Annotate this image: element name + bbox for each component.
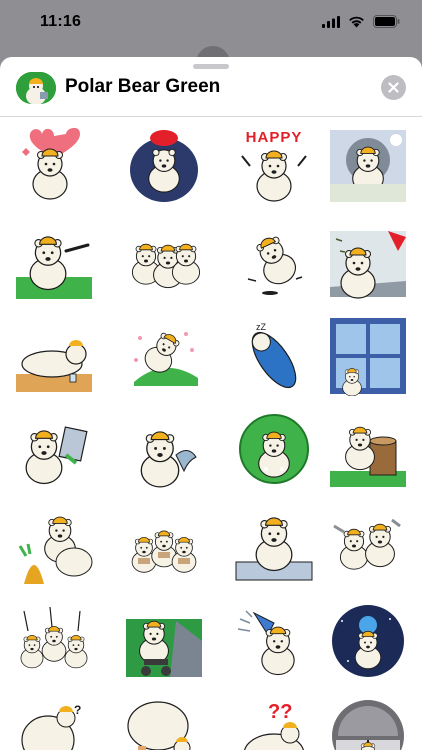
window-bear-sticker[interactable] bbox=[328, 316, 406, 396]
sticker-pack-sheet: Polar Bear Green HAPPY zZ ? ?? bbox=[0, 57, 422, 750]
wind-umbrella-bear-sticker[interactable] bbox=[328, 221, 406, 301]
back-bear-sticker-art bbox=[127, 701, 191, 750]
flower-hill-bear-sticker-art bbox=[134, 332, 198, 386]
battery-icon bbox=[373, 15, 400, 28]
status-time: 11:16 bbox=[40, 13, 82, 30]
double-question-bear-sticker-art: ?? bbox=[243, 701, 305, 750]
svg-text:zZ: zZ bbox=[256, 322, 267, 332]
window-bear-sticker-art bbox=[330, 318, 406, 396]
pointing-bear-sticker[interactable] bbox=[14, 221, 94, 301]
close-button[interactable] bbox=[381, 75, 406, 100]
sleeping-bag-bear-sticker-art: zZ bbox=[251, 322, 297, 389]
bean-bag-bear-sticker-art bbox=[130, 130, 198, 202]
space-bear-sticker[interactable] bbox=[328, 601, 406, 681]
wifi-icon bbox=[349, 16, 364, 28]
waving-bears-sticker[interactable] bbox=[14, 601, 94, 681]
status-icons bbox=[322, 15, 400, 28]
reading-bear-sticker[interactable] bbox=[14, 411, 94, 491]
helmet-peek-bear-sticker-art bbox=[332, 700, 404, 750]
bear-with-dolphin-sticker[interactable] bbox=[124, 411, 204, 491]
wind-umbrella-bear-sticker-art bbox=[330, 231, 406, 299]
scooter-bear-sticker-art bbox=[126, 619, 202, 677]
svg-text:HAPPY: HAPPY bbox=[246, 129, 303, 146]
megaphone-bear-sticker[interactable] bbox=[234, 601, 314, 681]
tree-stump-bear-sticker-art bbox=[330, 426, 406, 487]
status-bar: 11:16 bbox=[0, 0, 422, 48]
lying-bear-sticker-art bbox=[16, 340, 92, 392]
falling-bear-sticker-art bbox=[247, 236, 303, 295]
close-x-icon bbox=[388, 82, 399, 93]
space-bear-sticker-art bbox=[332, 605, 404, 677]
heart-bear-sticker[interactable] bbox=[14, 126, 94, 206]
pointing-bear-sticker-art bbox=[16, 236, 92, 299]
megaphone-bear-sticker-art bbox=[237, 610, 295, 676]
happy-bear-sticker-art: HAPPY bbox=[241, 129, 307, 202]
sleeping-bag-bear-sticker[interactable]: zZ bbox=[234, 316, 314, 396]
svg-text:??: ?? bbox=[268, 701, 292, 723]
double-question-bear-sticker[interactable]: ?? bbox=[234, 696, 314, 750]
back-bear-sticker[interactable] bbox=[124, 696, 204, 750]
svg-text:?: ? bbox=[74, 703, 81, 717]
happy-bear-sticker[interactable]: HAPPY bbox=[234, 126, 314, 206]
reading-bear-sticker-art bbox=[25, 426, 88, 485]
flower-hill-bear-sticker[interactable] bbox=[124, 316, 204, 396]
marching-bears-sticker-art bbox=[131, 530, 197, 573]
pineapple-bear-sticker-art bbox=[18, 516, 93, 584]
bean-bag-bear-sticker[interactable] bbox=[124, 126, 204, 206]
thinking-bear-sticker-art bbox=[235, 517, 313, 581]
pineapple-bear-sticker[interactable] bbox=[14, 506, 94, 586]
bush-bear-sticker[interactable] bbox=[234, 411, 314, 491]
bears-cheering-sticker[interactable] bbox=[328, 506, 406, 586]
cellular-signal-icon bbox=[322, 15, 340, 28]
three-bears-sticker[interactable] bbox=[124, 221, 204, 301]
falling-bear-sticker[interactable] bbox=[234, 221, 314, 301]
question-bear-sticker[interactable]: ? bbox=[14, 696, 94, 750]
waving-bears-sticker-art bbox=[20, 606, 88, 669]
thinking-bear-sticker[interactable] bbox=[234, 506, 314, 586]
polar-bear-app-icon bbox=[16, 72, 56, 104]
tree-stump-bear-sticker[interactable] bbox=[328, 411, 406, 491]
stormy-desk-bear-sticker[interactable] bbox=[328, 126, 406, 206]
marching-bears-sticker[interactable] bbox=[124, 506, 204, 586]
three-bears-sticker-art bbox=[131, 243, 201, 289]
sheet-grabber[interactable] bbox=[193, 64, 229, 69]
bears-cheering-sticker-art bbox=[333, 518, 401, 570]
lying-bear-sticker[interactable] bbox=[14, 316, 94, 396]
scooter-bear-sticker[interactable] bbox=[124, 601, 204, 681]
sticker-pack-title: Polar Bear Green bbox=[65, 76, 221, 97]
heart-bear-sticker-art bbox=[22, 127, 80, 200]
helmet-peek-bear-sticker[interactable] bbox=[328, 696, 406, 750]
question-bear-sticker-art: ? bbox=[21, 703, 81, 750]
stormy-desk-bear-sticker-art bbox=[330, 130, 406, 202]
bear-with-dolphin-sticker-art bbox=[140, 431, 197, 488]
bush-bear-sticker-art bbox=[239, 414, 309, 484]
